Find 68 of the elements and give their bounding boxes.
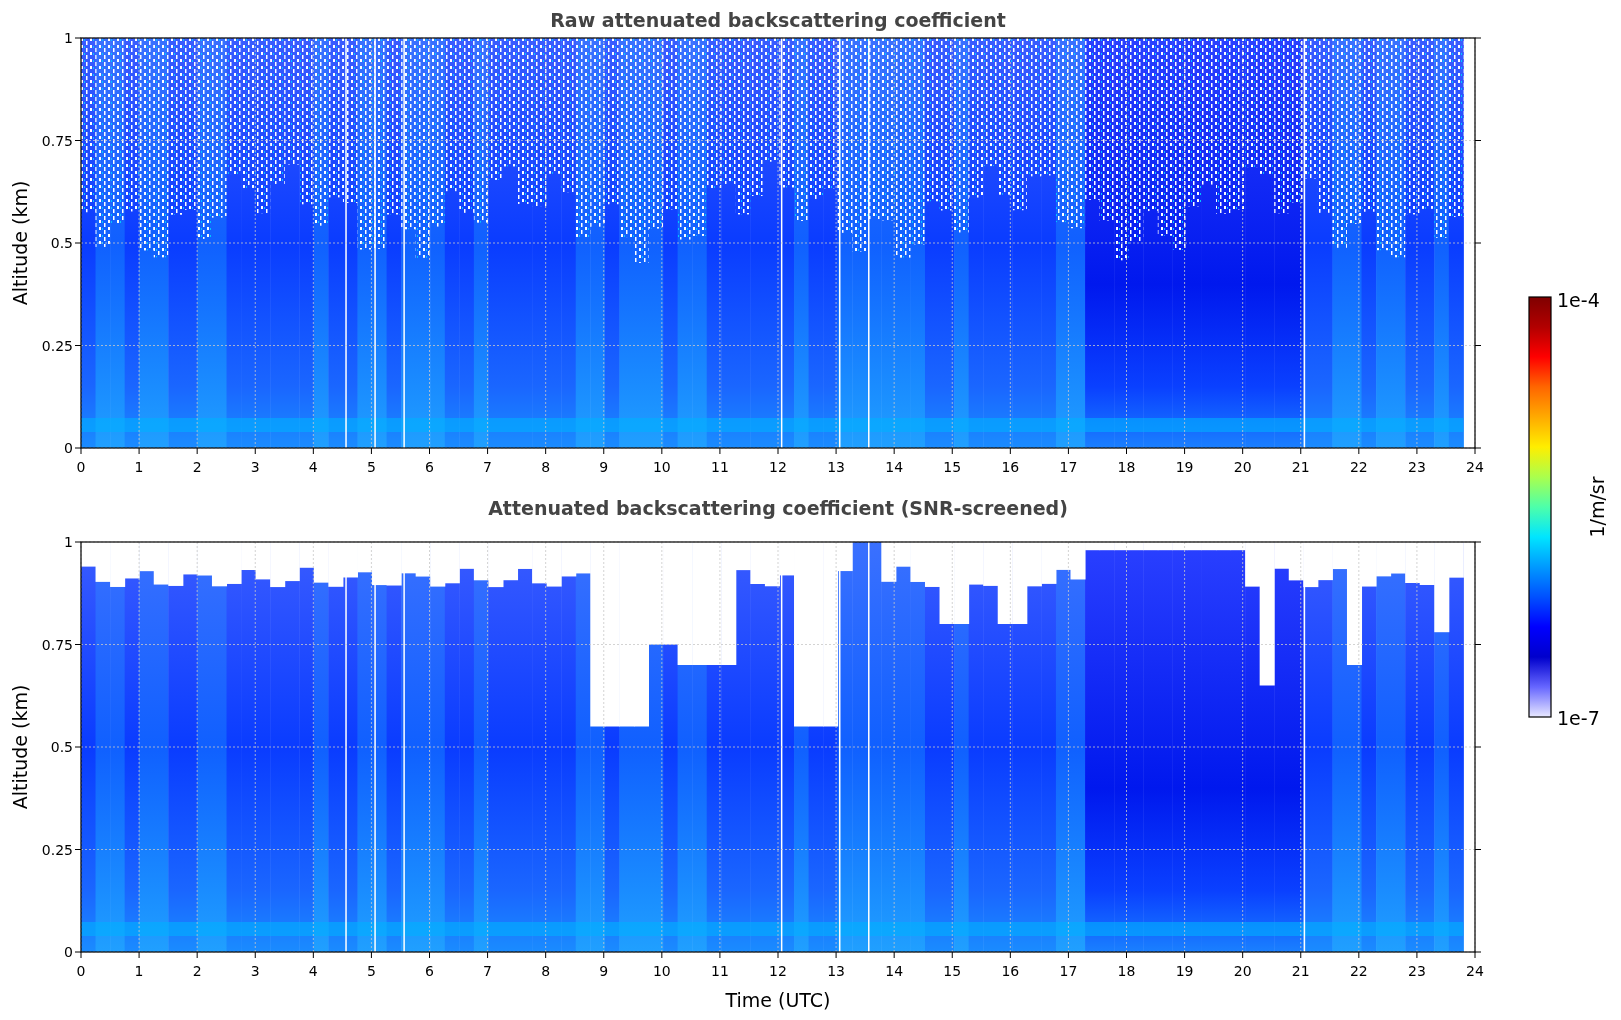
- tick-label: 23: [1408, 963, 1426, 979]
- tick-label: 2: [192, 459, 202, 475]
- tick-label: 2: [192, 963, 202, 979]
- tick-label: 14: [885, 963, 904, 979]
- tick-label: 21: [1291, 963, 1310, 979]
- tick-label: 19: [1175, 963, 1194, 979]
- tick-label: 14: [885, 459, 904, 475]
- tick-label: 13: [827, 963, 845, 979]
- tick-label: 0.5: [50, 739, 73, 755]
- tick-label: 24: [1466, 963, 1484, 979]
- tick-label: 0.75: [41, 636, 73, 653]
- tick-label: 7: [483, 459, 493, 475]
- tick-label: 11: [711, 459, 729, 475]
- tick-label: 15: [943, 963, 962, 979]
- tick-label: 5: [366, 963, 376, 979]
- tick-label: 3: [250, 963, 260, 979]
- tick-label: 9: [599, 963, 609, 979]
- chart-title: Attenuated backscattering coefficient (SNR-screened): [488, 497, 1068, 519]
- tick-label: 0.25: [41, 337, 73, 354]
- tick-label: 20: [1233, 459, 1252, 475]
- tick-label: 18: [1117, 459, 1136, 475]
- axis-label: Altitude (km): [9, 180, 31, 306]
- tick-label: 0.75: [41, 132, 73, 149]
- tick-label: 6: [425, 963, 434, 979]
- chart-title: Raw attenuated backscattering coefficient: [550, 9, 1006, 31]
- tick-label: 19: [1175, 459, 1194, 475]
- tick-label: 17: [1059, 459, 1078, 475]
- tick-label: 15: [943, 459, 962, 475]
- tick-label: 1: [64, 534, 73, 550]
- tick-label: 13: [827, 459, 845, 475]
- tick-label: 17: [1059, 963, 1078, 979]
- tick-label: 10: [652, 459, 671, 475]
- tick-label: 18: [1117, 963, 1136, 979]
- tick-label: 10: [652, 963, 671, 979]
- colorbar-unit: 1/m/sr: [1586, 476, 1608, 538]
- tick-label: 4: [308, 963, 318, 979]
- tick-label: 1: [134, 459, 144, 475]
- axis-label: Time (UTC): [725, 989, 831, 1011]
- tick-label: 9: [599, 459, 609, 475]
- colorbar-label: 1e-4: [1557, 289, 1600, 311]
- tick-label: 0: [76, 963, 86, 979]
- tick-label: 22: [1349, 459, 1368, 475]
- tick-label: 12: [769, 963, 787, 979]
- colorbar-label: 1e-7: [1557, 707, 1600, 729]
- tick-label: 0.25: [41, 841, 73, 858]
- tick-label: 16: [1001, 459, 1020, 475]
- tick-label: 16: [1001, 963, 1020, 979]
- tick-label: 1: [134, 963, 144, 979]
- tick-label: 22: [1349, 963, 1368, 979]
- tick-label: 7: [483, 963, 493, 979]
- tick-label: 21: [1291, 459, 1310, 475]
- tick-label: 24: [1466, 459, 1484, 475]
- tick-label: 4: [308, 459, 318, 475]
- tick-label: 0: [64, 944, 73, 960]
- tick-label: 5: [366, 459, 376, 475]
- tick-label: 3: [250, 459, 260, 475]
- tick-label: 23: [1408, 459, 1426, 475]
- tick-label: 11: [711, 963, 729, 979]
- tick-label: 20: [1233, 963, 1252, 979]
- axis-label: Altitude (km): [9, 684, 31, 810]
- tick-label: 8: [541, 963, 551, 979]
- tick-label: 6: [425, 459, 434, 475]
- tick-label: 0: [76, 459, 86, 475]
- tick-label: 0.5: [50, 235, 73, 251]
- tick-label: 0: [64, 440, 73, 456]
- tick-label: 8: [541, 459, 551, 475]
- tick-label: 12: [769, 459, 787, 475]
- tick-label: 1: [64, 30, 73, 46]
